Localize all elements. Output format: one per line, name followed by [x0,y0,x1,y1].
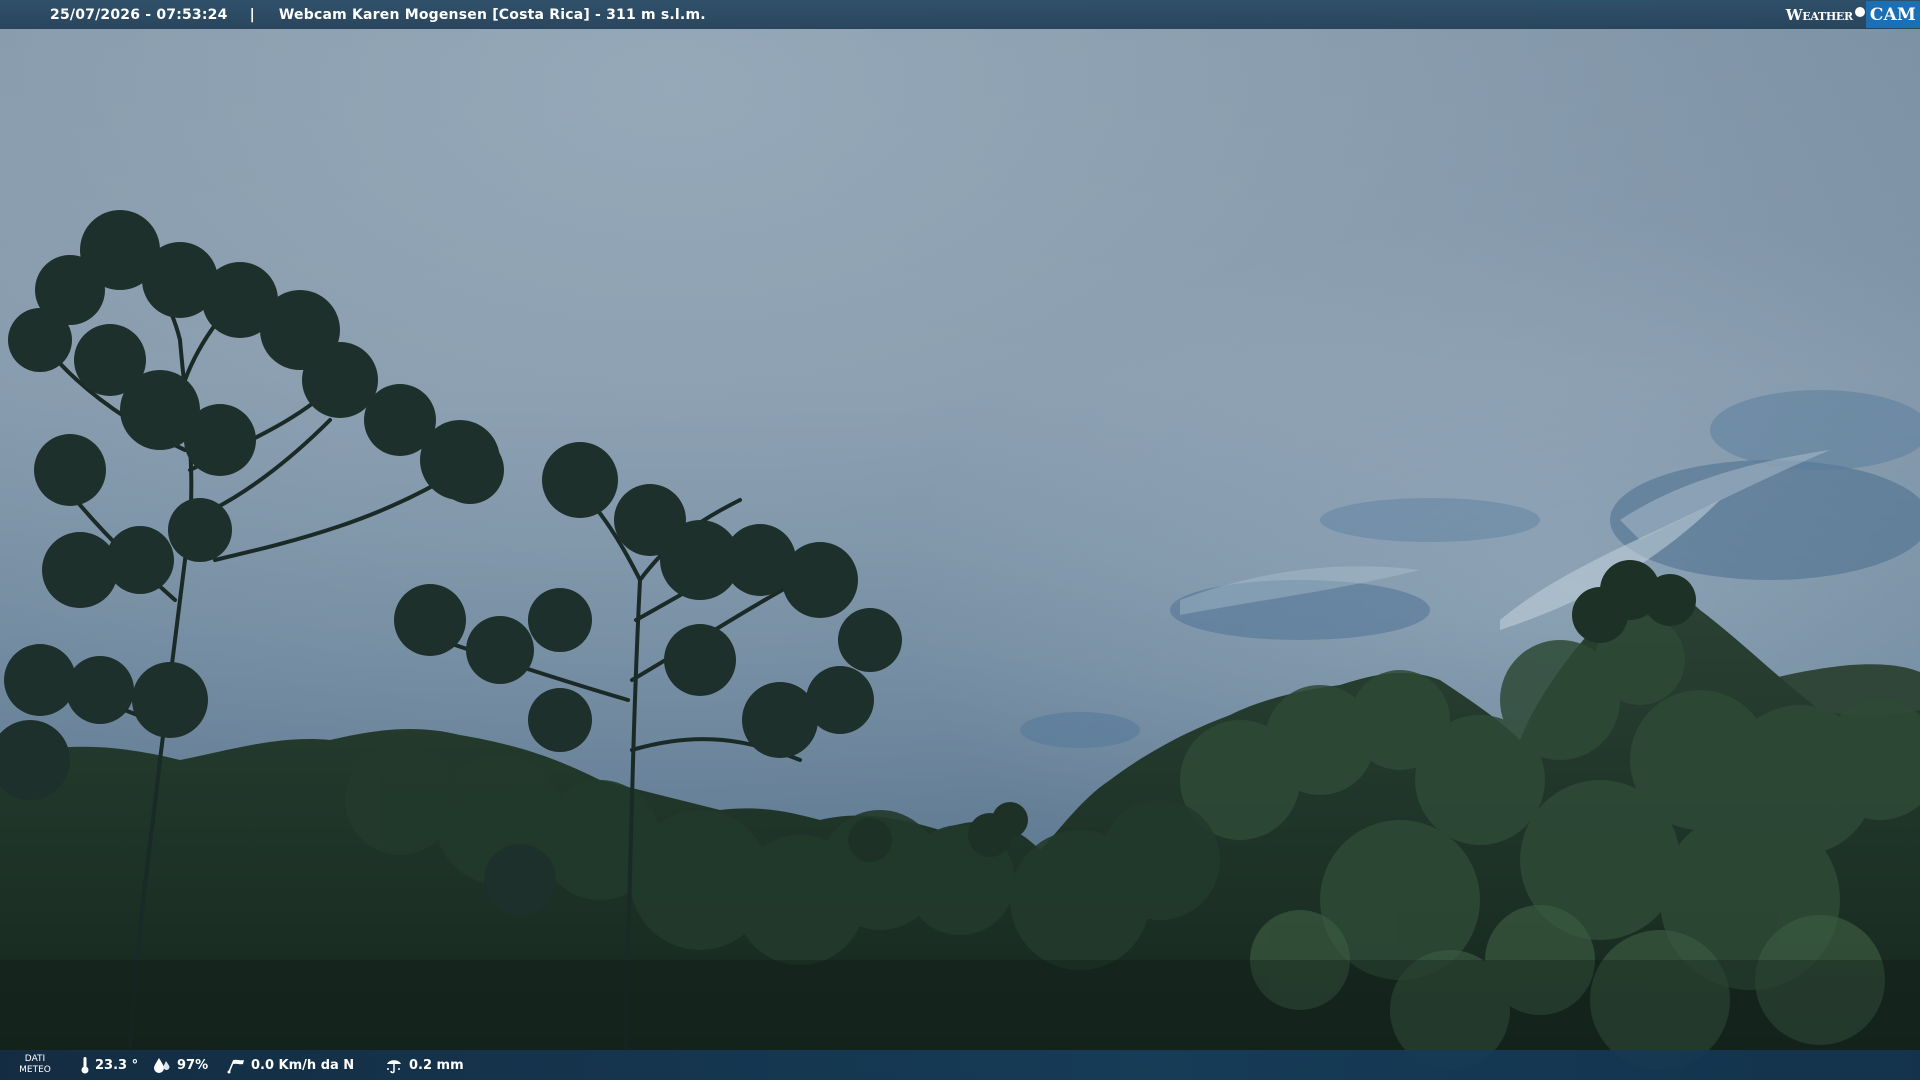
meteo-label-line1: DATI [24,1054,46,1064]
temperature-value: 23.3 ° [95,1057,139,1073]
humidity-reading: 97% [152,1050,208,1080]
wind-reading: 0.0 Km/h da N [226,1050,354,1080]
logo-weather-text: Weather [1785,5,1853,24]
weathercam-logo: Weather CAM [1786,0,1920,29]
logo-dot-icon [1854,6,1865,17]
webcam-header-bar: 25/07/2026 - 07:53:24 | Webcam Karen Mog… [0,0,1920,29]
wind-icon [227,1059,244,1074]
humidity-icon [154,1058,170,1073]
logo-cam-text: CAM [1865,1,1920,28]
rain-gauge-icon [387,1060,401,1074]
humidity-value: 97% [177,1057,209,1073]
wind-value: 0.0 Km/h da N [251,1057,355,1073]
timestamp: 25/07/2026 - 07:53:24 [50,6,228,23]
meteo-label-line2: METEO [19,1065,51,1075]
meteo-label: DATI METEO [18,1054,52,1076]
webcam-title: Webcam Karen Mogensen [Costa Rica] - 311… [278,6,706,23]
rain-reading: 0.2 mm [384,1050,464,1080]
meteo-data-bar: DATI METEO 23.3 ° 97% 0.0 Km/h da N 0.2 … [0,1050,1920,1080]
webcam-scene [0,0,1920,1080]
temperature-reading: 23.3 ° [80,1050,138,1080]
webcam-frame: 25/07/2026 - 07:53:24 | Webcam Karen Mog… [0,0,1920,1080]
rain-value: 0.2 mm [409,1057,464,1073]
thermometer-icon [81,1057,89,1074]
header-separator: | [249,6,255,23]
